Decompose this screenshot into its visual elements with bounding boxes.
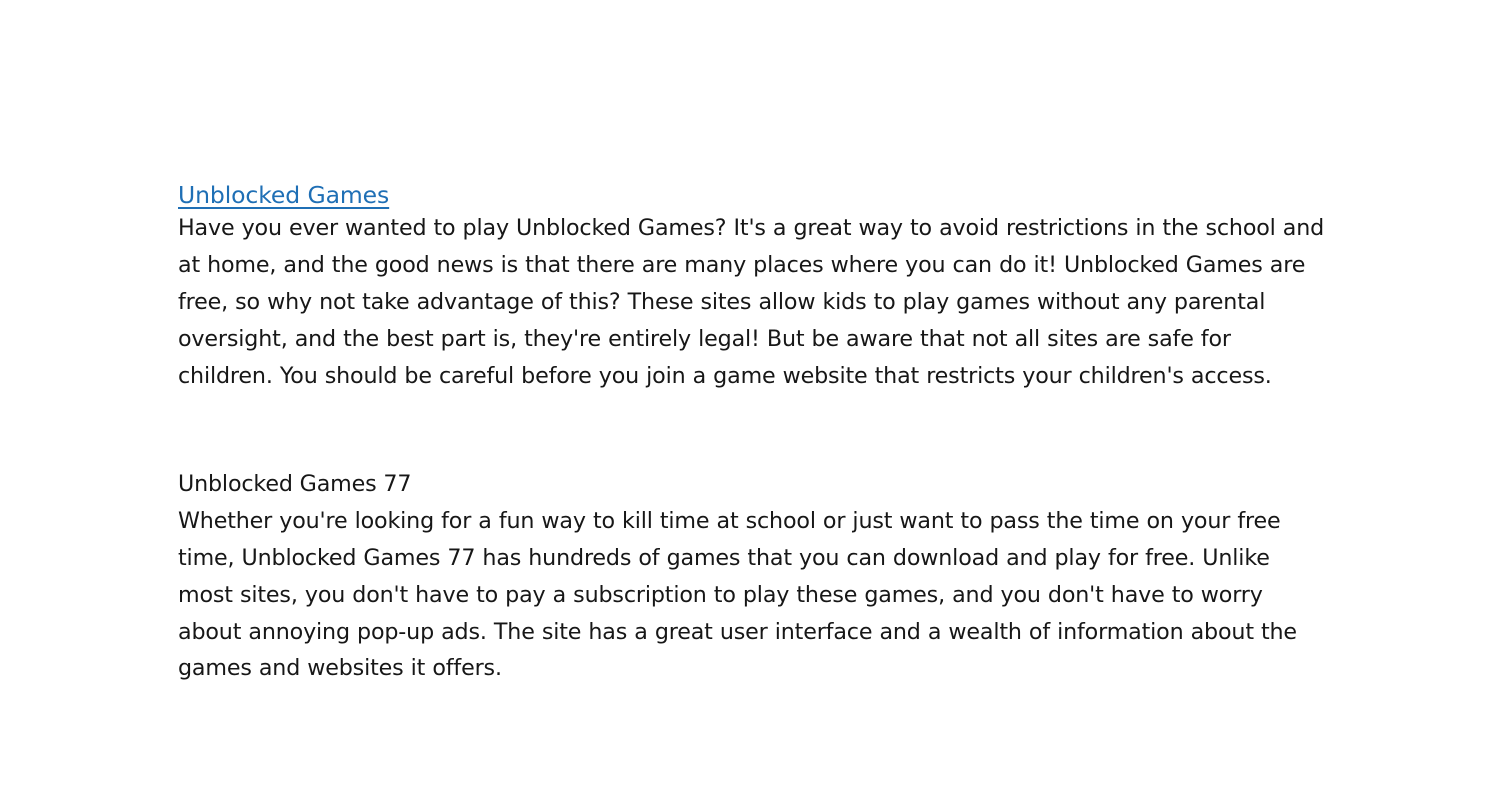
document-page: Unblocked Games Have you ever wanted to …: [0, 0, 1500, 785]
document-content-column: Unblocked Games Have you ever wanted to …: [178, 0, 1326, 687]
section-paragraph: Whether you're looking for a fun way to …: [178, 508, 1297, 682]
unblocked-games-title-link[interactable]: Unblocked Games: [178, 181, 389, 209]
section-subheading: Unblocked Games 77: [178, 471, 412, 498]
intro-paragraph: Have you ever wanted to play Unblocked G…: [178, 215, 1325, 389]
document-title-block: Unblocked Games: [178, 0, 1326, 210]
